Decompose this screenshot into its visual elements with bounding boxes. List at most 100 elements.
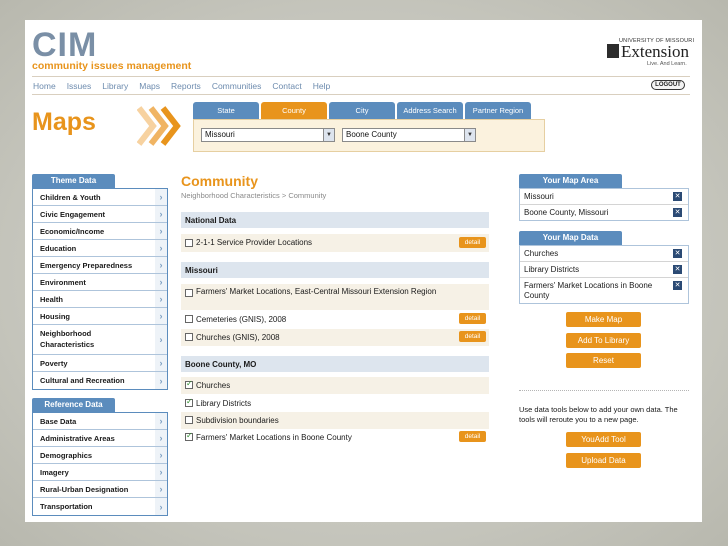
section-boone-county: Boone County, MO	[181, 356, 489, 372]
chevron-right-icon: ›	[155, 291, 167, 307]
section-national-data: National Data	[181, 212, 489, 228]
breadcrumb: Neighborhood Characteristics > Community	[181, 191, 327, 200]
theme-item-emergency-preparedness[interactable]: Emergency Preparedness ›	[33, 257, 167, 274]
nav-communities[interactable]: Communities	[212, 81, 262, 91]
theme-item-neighborhood-characteristics[interactable]: Neighborhood Characteristics ›	[33, 325, 167, 355]
theme-data-heading: Theme Data	[32, 174, 115, 188]
theme-item-poverty[interactable]: Poverty ›	[33, 355, 167, 372]
add-to-library-button[interactable]: Add To Library	[566, 333, 641, 348]
data-row: Churches (GNIS), 2008 detail	[181, 329, 489, 346]
extension-tagline: Live. And Learn.	[647, 61, 687, 67]
reference-item-administrative-areas[interactable]: Administrative Areas ›	[33, 430, 167, 447]
remove-icon[interactable]: ✕	[673, 208, 682, 217]
nav-maps[interactable]: Maps	[139, 81, 160, 91]
reference-item-demographics[interactable]: Demographics ›	[33, 447, 167, 464]
detail-button[interactable]: detail	[459, 331, 486, 342]
extension-mark-icon	[607, 44, 619, 58]
map-data-list: Churches ✕ Library Districts ✕ Farmers' Ma…	[519, 245, 689, 304]
youadd-tool-button[interactable]: YouAdd Tool	[566, 432, 641, 447]
chevron-right-icon: ›	[155, 413, 167, 429]
theme-item-civic-engagement[interactable]: Civic Engagement ›	[33, 206, 167, 223]
data-row: Library Districts	[181, 395, 489, 412]
tools-note: Use data tools below to add your own dat…	[519, 405, 678, 424]
data-checkbox[interactable]	[185, 416, 193, 424]
reference-data-heading: Reference Data	[32, 398, 115, 412]
detail-button[interactable]: detail	[459, 237, 486, 248]
list-item: Churches ✕	[520, 246, 688, 262]
tab-state[interactable]: State	[193, 102, 259, 119]
tab-panel: Missouri ▼ Boone County ▼	[193, 119, 545, 152]
data-checkbox[interactable]	[185, 239, 193, 247]
nav-home[interactable]: Home	[33, 81, 56, 91]
data-checkbox[interactable]	[185, 397, 193, 407]
geography-tabs: State County City Address Search Partner…	[193, 102, 531, 119]
theme-item-environment[interactable]: Environment ›	[33, 274, 167, 291]
nav-library[interactable]: Library	[102, 81, 128, 91]
county-select[interactable]: Boone County ▼	[342, 128, 476, 142]
theme-item-cultural-recreation[interactable]: Cultural and Recreation ›	[33, 372, 167, 389]
chevron-right-icon: ›	[155, 498, 167, 515]
remove-icon[interactable]: ✕	[673, 249, 682, 258]
main-nav: Home Issues Library Maps Reports Communi…	[33, 81, 330, 91]
tab-partner-region[interactable]: Partner Region	[465, 102, 531, 119]
chevron-right-icon: ›	[155, 325, 167, 354]
nav-help[interactable]: Help	[313, 81, 330, 91]
community-title: Community	[181, 173, 258, 189]
data-checkbox[interactable]	[185, 333, 193, 341]
make-map-button[interactable]: Make Map	[566, 312, 641, 327]
extension-logo[interactable]: UNIVERSITY OF MISSOURI Extension Live. A…	[607, 38, 697, 68]
list-item: Missouri ✕	[520, 189, 688, 205]
chevron-right-icon: ›	[155, 223, 167, 239]
theme-item-health[interactable]: Health ›	[33, 291, 167, 308]
theme-item-education[interactable]: Education ›	[33, 240, 167, 257]
remove-icon[interactable]: ✕	[673, 281, 682, 290]
section-missouri: Missouri	[181, 262, 489, 278]
data-checkbox[interactable]	[185, 431, 193, 441]
data-checkbox[interactable]	[185, 379, 193, 389]
chevron-right-icon: ›	[155, 355, 167, 371]
data-row: 2-1-1 Service Provider Locations detail	[181, 234, 489, 252]
data-checkbox[interactable]	[185, 289, 193, 297]
cim-logo-subtitle: community issues management	[32, 60, 192, 72]
chevron-right-icon: ›	[155, 274, 167, 290]
reference-item-transportation[interactable]: Transportation ›	[33, 498, 167, 515]
remove-icon[interactable]: ✕	[673, 192, 682, 201]
tab-city[interactable]: City	[329, 102, 395, 119]
reset-button[interactable]: Reset	[566, 353, 641, 368]
map-area-heading: Your Map Area	[519, 174, 622, 188]
theme-item-housing[interactable]: Housing ›	[33, 308, 167, 325]
map-area-list: Missouri ✕ Boone County, Missouri ✕	[519, 188, 689, 221]
state-select[interactable]: Missouri ▼	[201, 128, 335, 142]
upload-data-button[interactable]: Upload Data	[566, 453, 641, 468]
remove-icon[interactable]: ✕	[673, 265, 682, 274]
list-item: Farmers' Market Locations in Boone Count…	[524, 281, 682, 300]
nav-contact[interactable]: Contact	[272, 81, 301, 91]
page-title: Maps	[32, 108, 96, 136]
data-row: Cemeteries (GNIS), 2008 detail	[181, 311, 489, 328]
chevron-down-icon: ▼	[323, 129, 334, 141]
theme-data-list: Children & Youth › Civic Engagement › Econ…	[32, 188, 168, 390]
logout-button[interactable]: LOGOUT	[651, 80, 685, 90]
reference-item-rural-urban[interactable]: Rural-Urban Designation ›	[33, 481, 167, 498]
theme-item-economic-income[interactable]: Economic/Income ›	[33, 223, 167, 240]
divider	[519, 390, 689, 391]
theme-item-children-youth[interactable]: Children & Youth ›	[33, 189, 167, 206]
extension-name: Extension	[621, 42, 689, 61]
nav-issues[interactable]: Issues	[67, 81, 92, 91]
data-row: Churches	[181, 377, 489, 394]
data-row: Farmers' Market Locations, East-Central …	[181, 284, 489, 310]
chevron-down-icon: ▼	[464, 129, 475, 141]
detail-button[interactable]: detail	[459, 313, 486, 324]
chevron-right-icon: ›	[155, 189, 167, 205]
data-checkbox[interactable]	[185, 315, 193, 323]
chevron-right-icon: ›	[155, 240, 167, 256]
header-divider	[32, 76, 690, 77]
reference-item-base-data[interactable]: Base Data ›	[33, 413, 167, 430]
nav-reports[interactable]: Reports	[171, 81, 201, 91]
map-data-heading: Your Map Data	[519, 231, 622, 245]
reference-item-imagery[interactable]: Imagery ›	[33, 464, 167, 481]
tab-address-search[interactable]: Address Search	[397, 102, 463, 119]
detail-button[interactable]: detail	[459, 431, 486, 442]
tab-county[interactable]: County	[261, 102, 327, 119]
data-row: Subdivision boundaries	[181, 412, 489, 429]
